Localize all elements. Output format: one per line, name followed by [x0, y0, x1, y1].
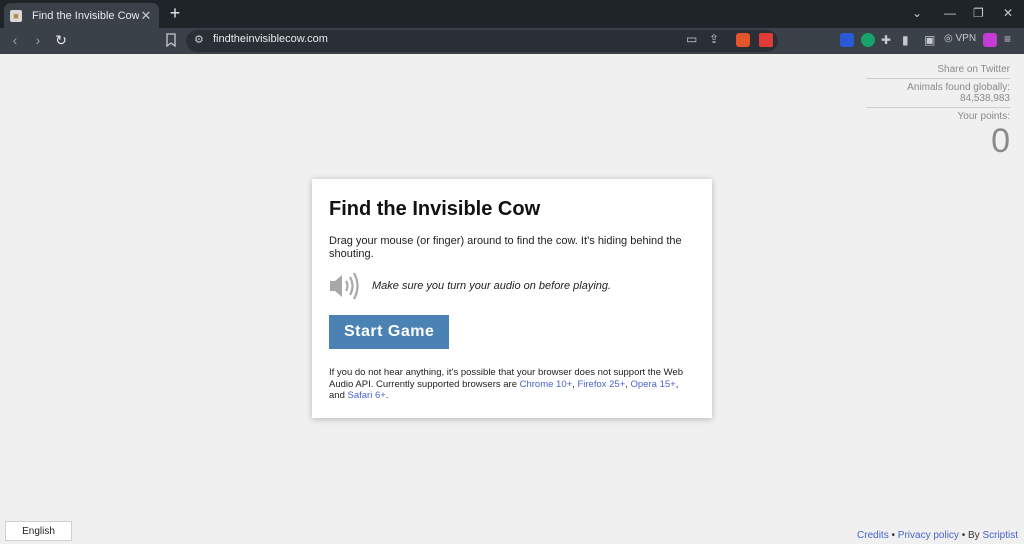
safari-link[interactable]: Safari 6+: [348, 390, 386, 401]
speaker-icon: [330, 272, 359, 300]
reload-icon[interactable]: ↻: [52, 32, 70, 49]
animals-found-counter: Animals found globally: 84,538,983: [866, 82, 1010, 108]
tab-close-icon[interactable]: ✕: [139, 8, 153, 24]
brave-shields-icon[interactable]: [736, 33, 750, 47]
start-game-button[interactable]: Start Game: [329, 315, 450, 349]
share-twitter-link[interactable]: Share on Twitter: [866, 64, 1010, 79]
grammarly-icon[interactable]: [861, 33, 875, 47]
share-icon[interactable]: ⇪: [709, 32, 719, 46]
sidebar-icon[interactable]: ▮: [902, 33, 909, 47]
credits-link[interactable]: Credits: [857, 530, 889, 541]
vpn-label: VPN: [955, 33, 977, 44]
privacy-policy-link[interactable]: Privacy policy: [898, 530, 959, 541]
minimize-icon[interactable]: —: [944, 6, 956, 20]
firefox-link[interactable]: Firefox 25+: [577, 379, 625, 390]
by-text: • By: [958, 530, 983, 541]
footer-separator: •: [888, 530, 898, 541]
language-selector[interactable]: English: [5, 521, 72, 541]
bitwarden-icon[interactable]: [840, 33, 854, 47]
points-value: 0: [991, 122, 1010, 160]
favicon-icon: ■: [10, 9, 22, 22]
audio-notice: Make sure you turn your audio on before …: [329, 271, 695, 301]
url-text[interactable]: findtheinvisiblecow.com: [213, 33, 328, 45]
vpn-button[interactable]: ◎ VPN: [944, 33, 976, 44]
stats-panel: Share on Twitter Animals found globally:…: [866, 64, 1010, 158]
wallet-icon[interactable]: ▣: [924, 33, 935, 47]
tab-bar: ■ Find the Invisible Cow ✕ + ⌄ — ❐ ✕: [0, 0, 1024, 28]
back-icon[interactable]: ‹: [6, 32, 24, 48]
tab-search-icon[interactable]: ⌄: [912, 6, 922, 20]
scriptist-link[interactable]: Scriptist: [982, 530, 1018, 541]
leo-ai-icon[interactable]: [983, 33, 997, 47]
menu-icon[interactable]: ≡: [1004, 32, 1011, 46]
period-text: .: [385, 390, 389, 401]
footer-links: Credits • Privacy policy • By Scriptist: [857, 530, 1018, 541]
site-info-icon[interactable]: ⚙: [194, 33, 204, 46]
game-description: Drag your mouse (or finger) around to fi…: [329, 235, 682, 260]
cast-icon[interactable]: ▭: [686, 32, 697, 46]
restore-icon[interactable]: ❐: [973, 6, 984, 20]
browser-toolbar: ‹ › ↻ ⚙ findtheinvisiblecow.com ▭ ⇪ ✚ ▮ …: [0, 28, 1024, 54]
extensions-icon[interactable]: ✚: [881, 33, 891, 47]
browser-support-note: If you do not hear anything, it’s possib…: [329, 367, 684, 401]
bookmark-icon[interactable]: [164, 33, 178, 47]
page-content: Share on Twitter Animals found globally:…: [0, 54, 1024, 544]
opera-link[interactable]: Opera 15+: [631, 379, 676, 390]
forward-icon[interactable]: ›: [29, 32, 47, 48]
close-window-icon[interactable]: ✕: [1003, 6, 1013, 20]
page-title: Find the Invisible Cow: [329, 198, 541, 220]
tab-find-the-invisible-cow[interactable]: ■ Find the Invisible Cow ✕: [4, 3, 159, 28]
points-label: Your points:: [957, 111, 1010, 122]
tab-title: Find the Invisible Cow: [32, 9, 139, 22]
brave-rewards-icon[interactable]: [759, 33, 773, 47]
new-tab-button[interactable]: +: [166, 4, 184, 22]
intro-card: Find the Invisible Cow Drag your mouse (…: [312, 179, 712, 418]
audio-note: Make sure you turn your audio on before …: [372, 280, 612, 292]
chrome-link[interactable]: Chrome 10+: [520, 379, 573, 390]
